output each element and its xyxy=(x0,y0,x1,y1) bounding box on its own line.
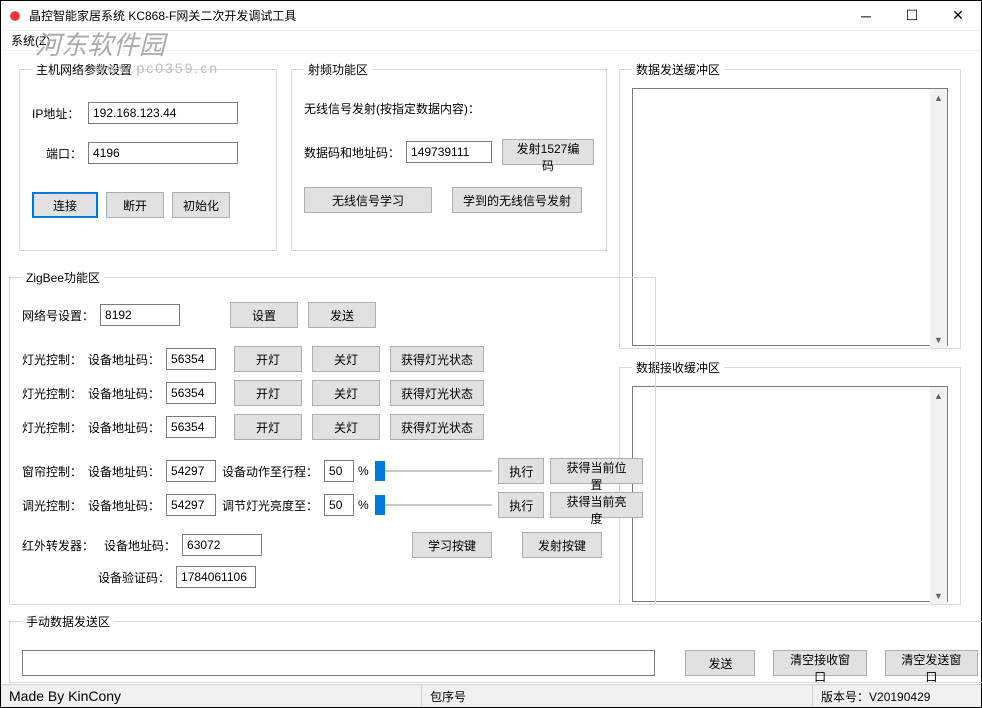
host-group: 主机网络参数设置 IP地址： 端口： 连接 断开 初始化 xyxy=(19,61,277,251)
dimmer-label: 调光控制： xyxy=(22,497,82,514)
pct-label: % xyxy=(358,498,369,512)
sendbuf-group: 数据发送缓冲区 ▲▼ xyxy=(619,61,961,349)
manual-send[interactable]: 发送 xyxy=(685,650,755,676)
ir-learn-key[interactable]: 学习按键 xyxy=(412,532,492,558)
dimmer-execute[interactable]: 执行 xyxy=(498,492,544,518)
dimmer-pct[interactable] xyxy=(324,494,354,516)
addr-label: 设备地址码： xyxy=(88,351,160,368)
dimmer-addr[interactable] xyxy=(166,494,216,516)
addr-label: 设备地址码： xyxy=(88,419,160,436)
maximize-button[interactable]: ☐ xyxy=(889,1,935,31)
light-off-3[interactable]: 关灯 xyxy=(312,414,380,440)
menubar: 系统(Z) xyxy=(1,31,981,51)
dimmer-action-label: 调节灯光亮度至： xyxy=(222,497,318,514)
zigbee-legend: ZigBee功能区 xyxy=(22,269,104,286)
ir-addr[interactable] xyxy=(182,534,262,556)
light-off-2[interactable]: 关灯 xyxy=(312,380,380,406)
port-input[interactable] xyxy=(88,142,238,164)
curtain-label: 窗帘控制： xyxy=(22,463,82,480)
net-label: 网络号设置： xyxy=(22,307,94,324)
curtain-addr[interactable] xyxy=(166,460,216,482)
light-get-2[interactable]: 获得灯光状态 xyxy=(390,380,484,406)
light-on-1[interactable]: 开灯 xyxy=(234,346,302,372)
manual-legend: 手动数据发送区 xyxy=(22,613,114,630)
scrollbar[interactable]: ▲▼ xyxy=(930,387,947,604)
curtain-slider[interactable] xyxy=(375,461,492,481)
curtain-pct[interactable] xyxy=(324,460,354,482)
ir-verify[interactable] xyxy=(176,566,256,588)
light-addr-1[interactable] xyxy=(166,348,216,370)
light-on-3[interactable]: 开灯 xyxy=(234,414,302,440)
light-label-1: 灯光控制： xyxy=(22,351,82,368)
connect-button[interactable]: 连接 xyxy=(32,192,98,218)
sendbuf-legend: 数据发送缓冲区 xyxy=(632,61,724,78)
close-button[interactable]: ✕ xyxy=(935,1,981,31)
rf-code-label: 数据码和地址码： xyxy=(304,144,400,161)
addr-label: 设备地址码： xyxy=(88,385,160,402)
net-send-button[interactable]: 发送 xyxy=(308,302,376,328)
clear-recv[interactable]: 清空接收窗口 xyxy=(773,650,866,676)
ir-verify-label: 设备验证码： xyxy=(98,569,170,586)
send-1527-button[interactable]: 发射1527编码 xyxy=(502,139,594,165)
host-legend: 主机网络参数设置 xyxy=(32,61,136,78)
light-get-1[interactable]: 获得灯光状态 xyxy=(390,346,484,372)
rf-code-input[interactable] xyxy=(406,141,492,163)
net-set-button[interactable]: 设置 xyxy=(230,302,298,328)
light-addr-2[interactable] xyxy=(166,382,216,404)
status-madeby: Made By KinCony xyxy=(1,688,421,704)
rf-send-learned-button[interactable]: 学到的无线信号发射 xyxy=(452,187,582,213)
scrollbar[interactable]: ▲▼ xyxy=(930,89,947,348)
ip-input[interactable] xyxy=(88,102,238,124)
status-version: 版本号：V20190429 xyxy=(813,688,938,705)
menu-system[interactable]: 系统(Z) xyxy=(5,30,56,51)
manual-input[interactable] xyxy=(22,650,655,676)
rf-desc: 无线信号发射(按指定数据内容)： xyxy=(304,100,480,117)
light-off-1[interactable]: 关灯 xyxy=(312,346,380,372)
rf-group: 射频功能区 无线信号发射(按指定数据内容)： 数据码和地址码： 发射1527编码… xyxy=(291,61,607,251)
zigbee-group: ZigBee功能区 网络号设置： 设置 发送 灯光控制： 设备地址码： 开灯 关… xyxy=(9,269,656,605)
curtain-get-pos[interactable]: 获得当前位置 xyxy=(550,458,643,484)
addr-label: 设备地址码： xyxy=(88,463,160,480)
light-label-2: 灯光控制： xyxy=(22,385,82,402)
manual-group: 手动数据发送区 发送 清空接收窗口 清空发送窗口 xyxy=(9,613,982,683)
recvbuf-group: 数据接收缓冲区 ▲▼ xyxy=(619,359,961,605)
net-input[interactable] xyxy=(100,304,180,326)
recvbuf-textarea[interactable] xyxy=(632,386,948,602)
clear-send[interactable]: 清空发送窗口 xyxy=(885,650,978,676)
titlebar: 晶控智能家居系统 KC868-F网关二次开发调试工具 ─ ☐ ✕ xyxy=(1,1,981,31)
port-label: 端口： xyxy=(32,145,82,162)
disconnect-button[interactable]: 断开 xyxy=(106,192,164,218)
window-title: 晶控智能家居系统 KC868-F网关二次开发调试工具 xyxy=(29,7,843,24)
rf-learn-button[interactable]: 无线信号学习 xyxy=(304,187,432,213)
addr-label: 设备地址码： xyxy=(104,537,176,554)
ir-label: 红外转发器： xyxy=(22,537,94,554)
minimize-button[interactable]: ─ xyxy=(843,1,889,31)
statusbar: Made By KinCony 包序号 版本号：V20190429 xyxy=(1,684,981,707)
light-on-2[interactable]: 开灯 xyxy=(234,380,302,406)
app-icon xyxy=(7,8,23,24)
light-label-3: 灯光控制： xyxy=(22,419,82,436)
init-button[interactable]: 初始化 xyxy=(172,192,230,218)
curtain-execute[interactable]: 执行 xyxy=(498,458,544,484)
sendbuf-textarea[interactable] xyxy=(632,88,948,346)
addr-label: 设备地址码： xyxy=(88,497,160,514)
dimmer-get-bright[interactable]: 获得当前亮度 xyxy=(550,492,643,518)
status-pkg: 包序号 xyxy=(422,688,812,705)
curtain-action-label: 设备动作至行程： xyxy=(222,463,318,480)
ir-send-key[interactable]: 发射按键 xyxy=(522,532,602,558)
dimmer-slider[interactable] xyxy=(375,495,492,515)
light-addr-3[interactable] xyxy=(166,416,216,438)
pct-label: % xyxy=(358,464,369,478)
ip-label: IP地址： xyxy=(32,105,82,122)
light-get-3[interactable]: 获得灯光状态 xyxy=(390,414,484,440)
rf-legend: 射频功能区 xyxy=(304,61,372,78)
